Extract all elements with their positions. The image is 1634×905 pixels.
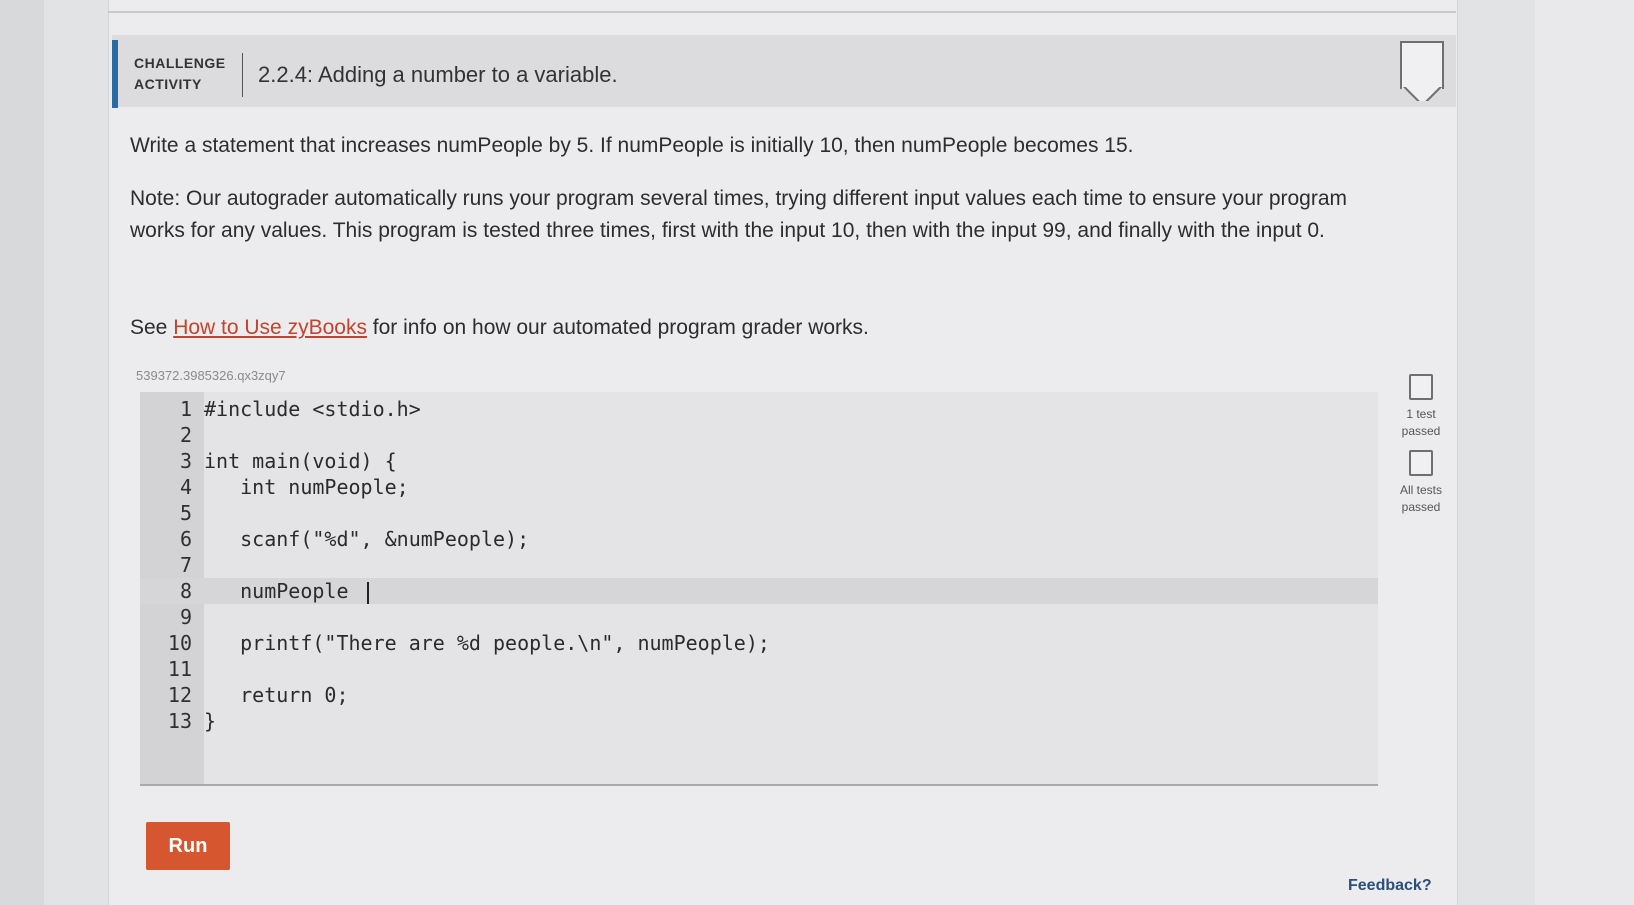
help-suffix: for info on how our automated program gr… <box>366 316 869 339</box>
header-accent-bar <box>112 40 118 108</box>
all-tests-checkbox-icon <box>1409 450 1433 476</box>
code-text: return 0; <box>204 683 349 707</box>
activity-kind-label: CHALLENGE ACTIVITY <box>134 55 226 92</box>
code-text: int numPeople; <box>204 475 409 499</box>
code-text: #include <stdio.h> <box>204 397 421 421</box>
code-line[interactable]: 13} <box>140 708 1378 734</box>
code-line[interactable]: 4 int numPeople; <box>140 474 1378 500</box>
how-to-use-zybooks-link[interactable]: How to Use zyBooks <box>173 316 367 339</box>
test-status-1: 1 test passed <box>1386 374 1456 440</box>
code-line[interactable]: 7 <box>140 552 1378 578</box>
line-number: 4 <box>179 475 192 499</box>
help-text: See How to Use zyBooks for info on how o… <box>130 312 869 344</box>
code-id: 539372.3985326.qx3zqy7 <box>136 368 286 383</box>
code-line[interactable]: 11 <box>140 656 1378 682</box>
code-text: numPeople <box>204 579 361 603</box>
code-line[interactable]: 2 <box>140 422 1378 448</box>
line-number: 5 <box>179 501 192 525</box>
line-number: 11 <box>167 657 192 681</box>
code-line[interactable]: 9 <box>140 604 1378 630</box>
code-text: int main(void) { <box>204 449 397 473</box>
page-edge-right <box>1535 0 1634 905</box>
all-tests-status-label: All tests passed <box>1399 483 1442 514</box>
text-cursor <box>366 581 369 604</box>
activity-title: 2.2.4: Adding a number to a variable. <box>258 62 618 87</box>
autograder-note: Note: Our autograder automatically runs … <box>130 187 1348 242</box>
test-checkbox-icon <box>1409 374 1433 400</box>
feedback-link[interactable]: Feedback? <box>1348 877 1432 895</box>
line-number: 13 <box>167 709 192 733</box>
code-line[interactable]: 5 <box>140 500 1378 526</box>
code-line[interactable]: 3 int main(void) { <box>140 448 1378 474</box>
code-text: } <box>204 709 217 733</box>
top-divider <box>108 11 1456 13</box>
code-text: printf("There are %d people.\n", numPeop… <box>204 631 770 655</box>
code-line[interactable]: 6 scanf("%d", &numPeople); <box>140 526 1378 552</box>
completion-badge-icon <box>1400 41 1444 89</box>
line-number: 8 <box>179 579 192 603</box>
line-number: 9 <box>179 605 192 629</box>
run-button[interactable]: Run <box>146 822 230 870</box>
code-line[interactable]: 8 numPeople <box>140 578 1378 604</box>
activity-header: CHALLENGE ACTIVITY 2.2.4: Adding a numbe… <box>112 35 1456 108</box>
code-text: scanf("%d", &numPeople); <box>204 527 530 551</box>
line-number: 10 <box>167 631 192 655</box>
instruction-text: Write a statement that increases numPeop… <box>130 134 1134 157</box>
code-line[interactable]: 10 printf("There are %d people.\n", numP… <box>140 630 1378 656</box>
line-number: 7 <box>179 553 192 577</box>
line-number: 6 <box>179 527 192 551</box>
line-number: 12 <box>167 683 192 707</box>
help-prefix: See <box>130 316 174 339</box>
line-number: 2 <box>179 423 192 447</box>
header-separator <box>242 53 243 97</box>
code-line[interactable]: 1 #include <stdio.h> <box>140 396 1378 422</box>
code-editor[interactable]: 1 #include <stdio.h> 2 3 int main(void) {4 i… <box>140 392 1378 786</box>
line-number: 1 <box>179 397 192 421</box>
completion-badge-point <box>1400 87 1444 101</box>
line-number: 3 <box>179 449 192 473</box>
code-line[interactable]: 12 return 0; <box>140 682 1378 708</box>
test-status-label: 1 test passed <box>1401 407 1441 438</box>
test-status-all: All tests passed <box>1386 450 1456 516</box>
page-edge-left <box>0 0 44 905</box>
